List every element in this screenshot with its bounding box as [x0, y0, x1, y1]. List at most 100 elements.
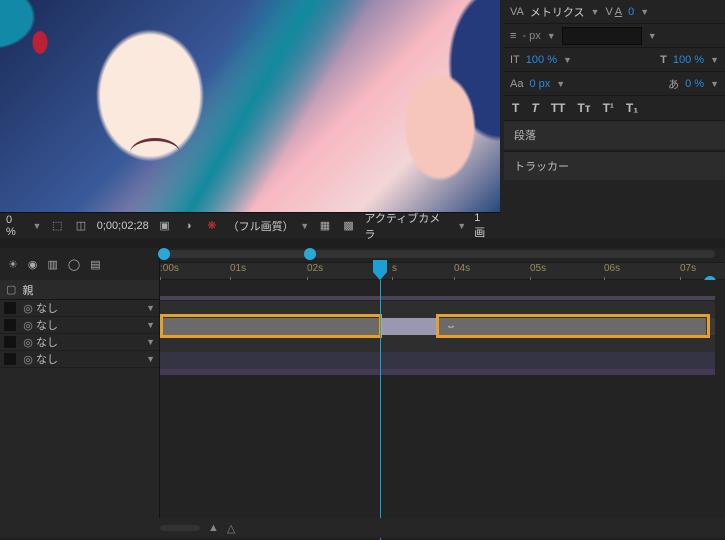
- chevron-down-icon[interactable]: ▼: [146, 303, 155, 313]
- ruler-tick: :00s: [160, 263, 179, 274]
- camera-label[interactable]: アクティブカメラ: [364, 210, 449, 242]
- pickwhip-icon[interactable]: ◎: [20, 302, 36, 315]
- ruler-tick: s: [392, 263, 397, 274]
- snapshot-icon[interactable]: ▣: [157, 218, 173, 234]
- metrics-icon: VA: [510, 6, 524, 18]
- smallcaps-button[interactable]: Tт: [577, 101, 590, 115]
- grid-icon[interactable]: ▦: [317, 218, 333, 234]
- circle-icon[interactable]: ◯: [68, 258, 80, 271]
- chevron-down-icon[interactable]: ▼: [710, 79, 719, 89]
- pickwhip-icon[interactable]: ◎: [20, 319, 36, 332]
- parent-value[interactable]: なし: [36, 334, 58, 350]
- zoom-value[interactable]: 0 %: [6, 214, 25, 238]
- timecode[interactable]: 0;00;02;28: [97, 220, 149, 232]
- clapper-icon[interactable]: ▤: [90, 258, 100, 271]
- color-swatch[interactable]: [4, 302, 16, 314]
- ruler-tick: 04s: [454, 263, 470, 274]
- track-row[interactable]: [160, 352, 715, 369]
- eye-icon[interactable]: ◉: [28, 258, 38, 271]
- timeline-panel: ☀ ◉ ▥ ◯ ▤ :00s01s02ss04s05s06s07s ▢ 親 ◎な…: [0, 248, 725, 538]
- pickwhip-icon[interactable]: ◎: [20, 336, 36, 349]
- line-value[interactable]: - px: [522, 30, 540, 42]
- layer-row[interactable]: ◎なし ▼: [0, 334, 159, 351]
- mask-icon[interactable]: ⬚: [49, 218, 65, 234]
- film-icon[interactable]: ▥: [47, 258, 57, 271]
- chevron-down-icon[interactable]: ▼: [146, 337, 155, 347]
- parent-value[interactable]: なし: [36, 351, 58, 367]
- cube-icon[interactable]: ▢: [6, 283, 16, 296]
- color-swatch[interactable]: [4, 336, 16, 348]
- panel-paragraph[interactable]: 段落: [504, 120, 725, 149]
- ruler-tick: 06s: [604, 263, 620, 274]
- chevron-down-icon[interactable]: ▼: [556, 79, 565, 89]
- kerning-icon: VA: [605, 6, 622, 18]
- playhead-line: [380, 280, 381, 538]
- kerning-value[interactable]: 0: [628, 6, 634, 18]
- mountain-out-icon[interactable]: △: [227, 522, 235, 535]
- clip[interactable]: [382, 318, 436, 335]
- nav-start-handle[interactable]: [158, 248, 170, 260]
- chevron-down-icon[interactable]: ▼: [648, 31, 657, 41]
- chevron-down-icon[interactable]: ▼: [547, 31, 556, 41]
- bold-button[interactable]: T: [512, 101, 519, 115]
- chevron-down-icon[interactable]: ▼: [591, 7, 600, 17]
- zoom-slider[interactable]: [160, 525, 200, 531]
- vscale-value[interactable]: 100 %: [526, 54, 557, 66]
- italic-button[interactable]: T: [531, 101, 538, 115]
- camera-icon[interactable]: ◑: [180, 218, 196, 234]
- hscale-value[interactable]: 100 %: [673, 54, 704, 66]
- ruler-tick: 01s: [230, 263, 246, 274]
- chevron-down-icon[interactable]: ▼: [457, 221, 466, 231]
- chevron-down-icon[interactable]: ▼: [710, 55, 719, 65]
- color-swatch[interactable]: [4, 353, 16, 365]
- timeline-switches: ☀ ◉ ▥ ◯ ▤: [0, 248, 160, 280]
- ruler-tick: 05s: [530, 263, 546, 274]
- timeline-footer: ▲ △: [0, 518, 725, 538]
- metrics-label: メトリクス: [530, 4, 585, 20]
- layer-row[interactable]: ◎なし ▼: [0, 317, 159, 334]
- layer-row[interactable]: ◎なし ▼: [0, 351, 159, 368]
- channels-icon[interactable]: ▩: [341, 218, 357, 234]
- type-style-row: T T TT Tт T¹ T₁: [504, 96, 725, 120]
- baseline-value[interactable]: 0 px: [529, 78, 550, 90]
- ruler-tick: 07s: [680, 263, 696, 274]
- annotation-highlight: [436, 314, 710, 338]
- stroke-dropdown[interactable]: [562, 27, 642, 45]
- layer-row[interactable]: ◎なし ▼: [0, 300, 159, 317]
- views-label[interactable]: 1 画: [474, 212, 494, 240]
- pickwhip-icon[interactable]: ◎: [20, 353, 36, 366]
- crop-icon[interactable]: ◫: [73, 218, 89, 234]
- track-row[interactable]: [160, 369, 715, 375]
- parent-value[interactable]: なし: [36, 300, 58, 316]
- subscript-button[interactable]: T₁: [626, 101, 638, 115]
- time-ruler[interactable]: :00s 01s 02s s 04s 05s 06s 07s: [160, 262, 725, 280]
- panel-tracker[interactable]: トラッカー: [504, 151, 725, 180]
- color-swatch[interactable]: [4, 319, 16, 331]
- nav-end-handle[interactable]: [304, 248, 316, 260]
- time-navigator[interactable]: [160, 250, 715, 258]
- character-panel: VA メトリクス ▼ VA 0 ▼ ≡ - px ▼ ▼ IT 100 % ▼ …: [500, 0, 725, 238]
- chevron-down-icon[interactable]: ▼: [563, 55, 572, 65]
- chevron-down-icon[interactable]: ▼: [146, 320, 155, 330]
- baseline-icon: Aa: [510, 78, 523, 90]
- chevron-down-icon[interactable]: ▼: [146, 354, 155, 364]
- color-icon[interactable]: ❋: [204, 218, 220, 234]
- composition-preview[interactable]: [0, 0, 500, 212]
- mountain-in-icon[interactable]: ▲: [208, 522, 219, 534]
- tsume-value[interactable]: 0 %: [685, 78, 704, 90]
- superscript-button[interactable]: T¹: [603, 101, 614, 115]
- allcaps-button[interactable]: TT: [551, 101, 566, 115]
- line-align-icon[interactable]: ≡: [510, 30, 516, 42]
- tracks-area[interactable]: ⇔: [160, 280, 725, 538]
- annotation-highlight: [160, 314, 382, 338]
- parent-value[interactable]: なし: [36, 317, 58, 333]
- chevron-down-icon[interactable]: ▼: [300, 221, 309, 231]
- ruler-tick: 02s: [307, 263, 323, 274]
- preview-footer: 0 % ▼ ⬚ ◫ 0;00;02;28 ▣ ◑ ❋ （フル画質） ▼ ▦ ▩ …: [0, 212, 500, 238]
- parent-column-label: 親: [22, 282, 33, 298]
- quality-label[interactable]: （フル画質）: [228, 218, 293, 234]
- chevron-down-icon[interactable]: ▼: [640, 7, 649, 17]
- sun-icon[interactable]: ☀: [8, 258, 18, 271]
- chevron-down-icon[interactable]: ▼: [33, 221, 42, 231]
- hscale-icon: T: [660, 54, 667, 66]
